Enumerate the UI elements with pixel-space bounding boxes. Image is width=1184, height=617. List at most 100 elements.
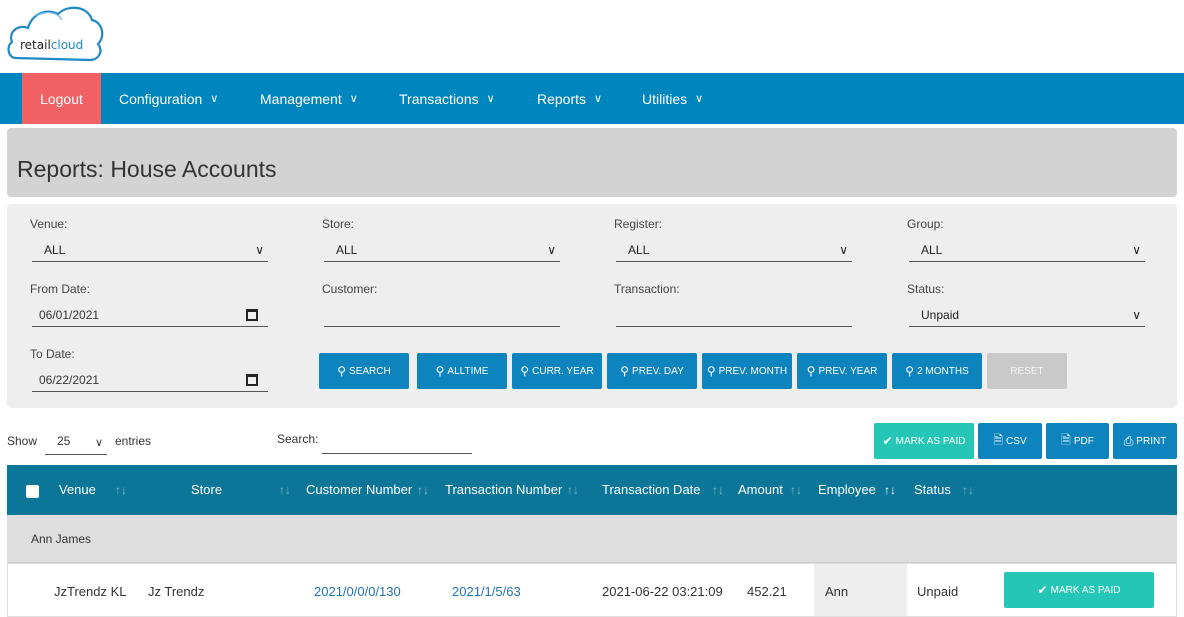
customer-label: Customer:	[322, 282, 378, 296]
from-date-input[interactable]: 06/01/2021	[32, 303, 268, 327]
button-label: MARK AS PAID	[895, 435, 966, 447]
file-icon: 🗎	[993, 432, 1004, 447]
mark-all-paid-button[interactable]: ✔ MARK AS PAID	[874, 423, 974, 459]
sort-icon[interactable]: ↑↓	[712, 483, 724, 497]
calendar-icon[interactable]	[246, 374, 258, 386]
cell-status: Unpaid	[917, 584, 959, 599]
group-select[interactable]: ALL ∨	[909, 238, 1145, 262]
sort-icon[interactable]: ↑↓	[417, 483, 429, 497]
cell-amount: 452.21	[747, 584, 787, 599]
search-icon: ⚲	[435, 364, 445, 378]
venue-value: ALL	[44, 242, 66, 257]
to-date-value: 06/22/2021	[39, 372, 100, 387]
search-button[interactable]: ⚲ SEARCH	[319, 353, 409, 389]
cloud-logo-icon	[7, 6, 104, 62]
sort-icon[interactable]: ↑↓	[962, 483, 974, 497]
group-value: ALL	[921, 242, 943, 257]
nav-label: Utilities	[642, 90, 688, 107]
prev-day-button[interactable]: ⚲ PREV. DAY	[607, 353, 697, 389]
filter-panel: Venue: ALL ∨ Store: ALL ∨ Register: ALL ∨ G…	[7, 204, 1177, 408]
store-select[interactable]: ALL ∨	[324, 238, 560, 262]
calendar-icon[interactable]	[246, 309, 258, 321]
chevron-down-icon: ∨	[486, 93, 495, 105]
search-icon: ⚲	[620, 364, 630, 378]
search-icon: ⚲	[706, 364, 716, 378]
cell-transaction-number-link[interactable]: 2021/1/5/63	[452, 584, 521, 599]
col-transaction-number[interactable]: Transaction Number	[445, 482, 562, 497]
group-row: Ann James	[7, 515, 1177, 563]
button-label: PREV. DAY	[632, 365, 684, 377]
status-label: Status:	[907, 282, 945, 296]
nav-utilities[interactable]: Utilities ∨	[642, 73, 703, 124]
pdf-button[interactable]: 🗎 PDF	[1046, 423, 1109, 459]
sort-icon[interactable]: ↑↓	[790, 483, 802, 497]
chevron-down-icon: ∨	[547, 243, 556, 257]
cell-customer-number-link[interactable]: 2021/0/0/0/130	[314, 584, 401, 599]
entries-label: entries	[115, 434, 152, 448]
status-select[interactable]: Unpaid ∨	[909, 303, 1145, 327]
main-nav: Logout Configuration ∨ Management ∨ Transa…	[0, 73, 1184, 124]
col-store[interactable]: Store	[191, 482, 222, 497]
sort-desc-icon[interactable]: ↑↓	[884, 483, 896, 497]
curr-year-button[interactable]: ⚲ CURR. YEAR	[512, 353, 602, 389]
prev-month-button[interactable]: ⚲ PREV. MONTH	[702, 353, 792, 389]
button-label: 2 MONTHS	[917, 365, 969, 377]
chevron-down-icon: ∨	[349, 93, 358, 105]
nav-label: Configuration	[119, 90, 203, 107]
chevron-down-icon: ∨	[210, 93, 219, 105]
page-header: Reports: House Accounts	[7, 128, 1177, 197]
col-amount[interactable]: Amount	[738, 482, 783, 497]
entries-value: 25	[57, 434, 71, 448]
venue-select[interactable]: ALL ∨	[32, 238, 268, 262]
register-select[interactable]: ALL ∨	[616, 238, 852, 262]
customer-input[interactable]	[324, 303, 560, 327]
col-customer-number[interactable]: Customer Number	[306, 482, 412, 497]
cell-employee: Ann	[825, 584, 849, 599]
button-label: PREV. YEAR	[818, 365, 878, 377]
nav-reports[interactable]: Reports ∨	[537, 73, 602, 124]
entries-select[interactable]: 25 ∨	[45, 428, 107, 455]
col-transaction-date[interactable]: Transaction Date	[602, 482, 701, 497]
col-venue[interactable]: Venue	[59, 482, 96, 497]
logout-button[interactable]: Logout	[22, 73, 101, 124]
search-icon: ⚲	[806, 364, 816, 378]
search-label: Search:	[277, 432, 319, 446]
button-label: CSV	[1006, 435, 1027, 447]
prev-year-button[interactable]: ⚲ PREV. YEAR	[797, 353, 887, 389]
search-icon: ⚲	[520, 364, 530, 378]
col-employee[interactable]: Employee	[818, 482, 876, 497]
two-months-button[interactable]: ⚲ 2 MONTHS	[892, 353, 982, 389]
cell-transaction-date: 2021-06-22 03:21:09	[602, 584, 723, 599]
sort-icon[interactable]: ↑↓	[279, 483, 291, 497]
row-mark-as-paid-button[interactable]: ✔ MARK AS PAID	[1004, 572, 1154, 608]
alltime-button[interactable]: ⚲ ALLTIME	[417, 353, 507, 389]
button-label: SEARCH	[349, 365, 391, 377]
to-date-label: To Date:	[30, 347, 75, 361]
show-label: Show	[7, 434, 38, 448]
to-date-input[interactable]: 06/22/2021	[32, 368, 268, 392]
venue-label: Venue:	[30, 217, 68, 231]
retailcloud-logo[interactable]: retailcloud	[6, 2, 106, 66]
nav-transactions[interactable]: Transactions ∨	[399, 73, 495, 124]
from-date-value: 06/01/2021	[39, 307, 100, 322]
nav-configuration[interactable]: Configuration ∨	[119, 73, 218, 124]
sort-icon[interactable]: ↑↓	[115, 483, 127, 497]
table-search-input[interactable]	[322, 428, 472, 454]
button-label: PRINT	[1136, 435, 1167, 447]
chevron-down-icon: ∨	[695, 93, 704, 105]
search-icon: ⚲	[337, 364, 347, 378]
file-icon: 🗎	[1061, 432, 1071, 447]
nav-label: Reports	[537, 90, 587, 107]
chevron-down-icon: ∨	[839, 243, 848, 257]
sort-icon[interactable]: ↑↓	[567, 483, 579, 497]
printer-icon: ⎙	[1123, 433, 1134, 448]
select-all-checkbox[interactable]	[26, 485, 39, 498]
print-button[interactable]: ⎙ PRINT	[1113, 423, 1177, 459]
col-status[interactable]: Status	[914, 482, 951, 497]
csv-button[interactable]: 🗎 CSV	[978, 423, 1042, 459]
button-label: PREV. MONTH	[718, 365, 788, 377]
nav-management[interactable]: Management ∨	[260, 73, 358, 124]
transaction-input[interactable]	[616, 303, 852, 327]
reset-button[interactable]: RESET	[987, 353, 1067, 389]
button-label: CURR. YEAR	[532, 365, 594, 377]
